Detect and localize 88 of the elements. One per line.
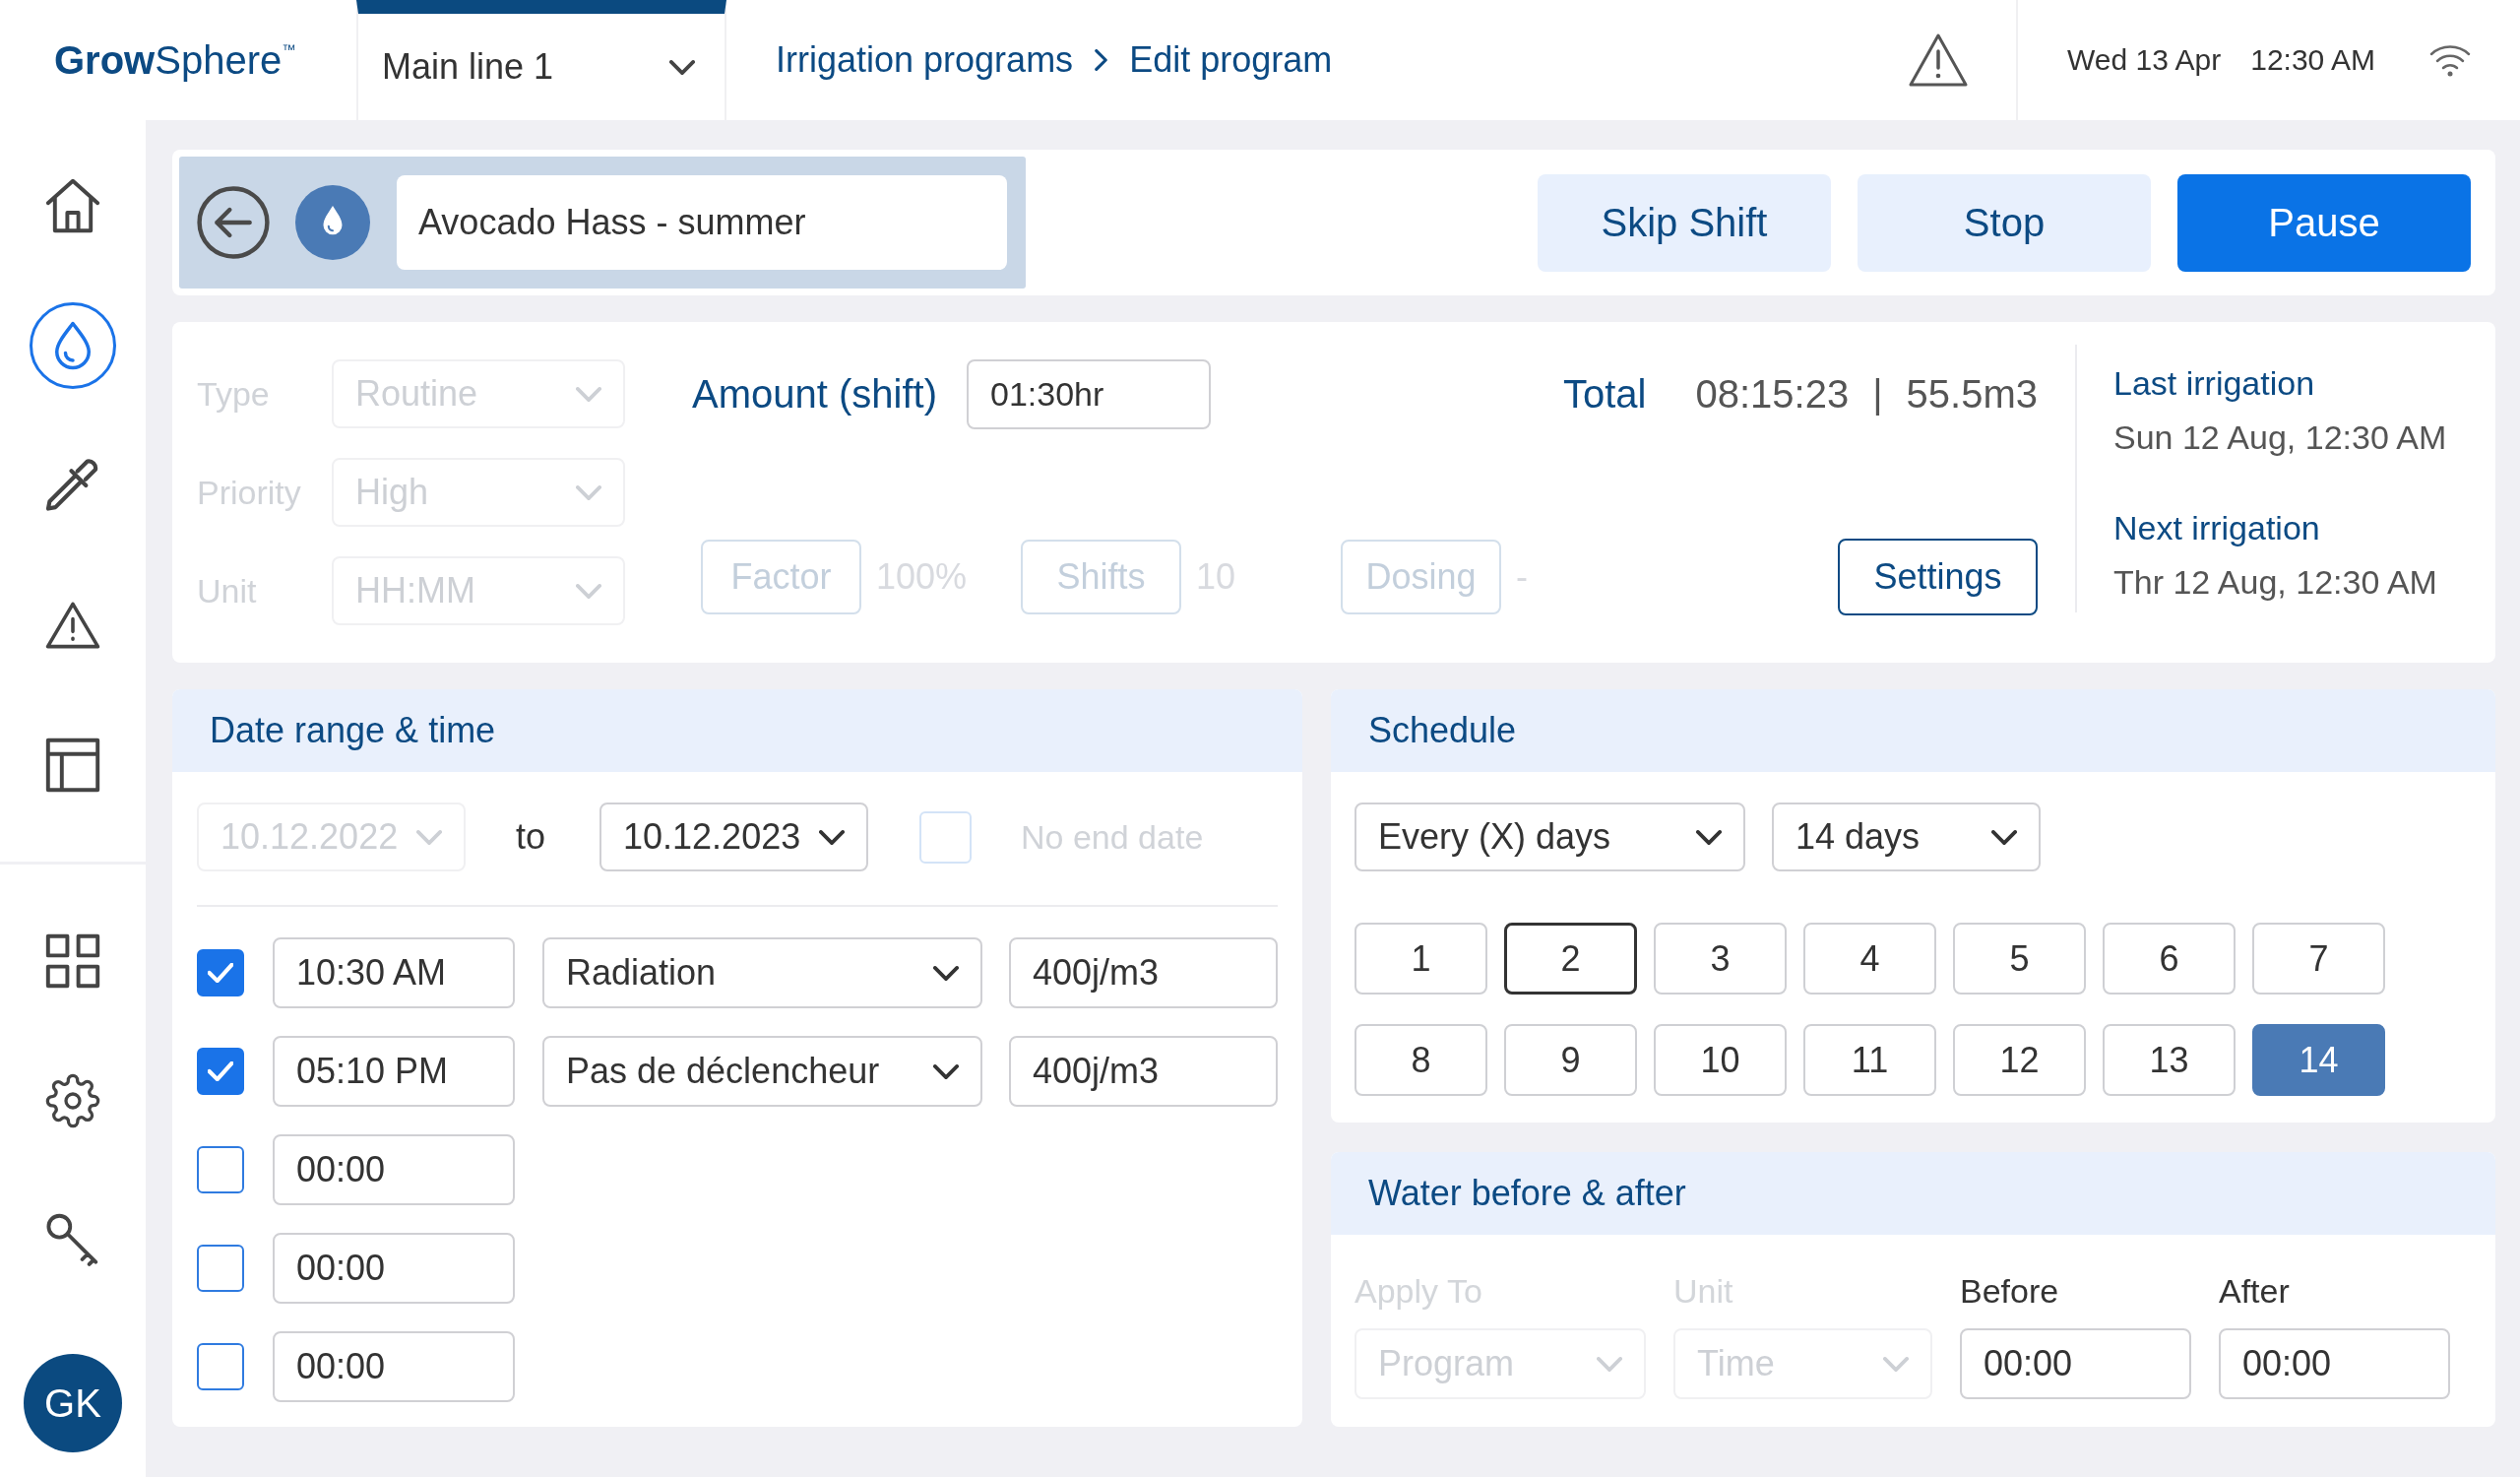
- day-button[interactable]: 13: [2103, 1024, 2236, 1096]
- amount-field[interactable]: 400j/m3: [1009, 1036, 1278, 1107]
- total-duration: 08:15:23: [1695, 372, 1850, 417]
- chevron-down-icon: [1696, 829, 1722, 845]
- checkmark-icon: [208, 1061, 233, 1081]
- day-button[interactable]: 11: [1803, 1024, 1936, 1096]
- settings-icon[interactable]: [45, 1073, 100, 1128]
- time-field[interactable]: 05:10 PM: [273, 1036, 515, 1107]
- total-label: Total: [1563, 372, 1647, 417]
- secondary-button[interactable]: Skip Shift: [1538, 173, 1831, 272]
- trigger-dropdown[interactable]: Pas de déclencheur: [542, 1036, 982, 1107]
- chevron-down-icon: [1991, 829, 2017, 845]
- field-label: After: [2219, 1271, 2290, 1312]
- info-value: Thr 12 Aug, 12:30 AM: [2113, 562, 2438, 603]
- panel-header: Schedule: [1331, 689, 2495, 772]
- time-text: 12:30 AM: [2250, 43, 2375, 77]
- day-button[interactable]: 14: [2252, 1024, 2385, 1096]
- amount-label: Amount (shift): [692, 372, 937, 417]
- layout-icon[interactable]: [45, 738, 100, 793]
- time-field[interactable]: 00:00: [1960, 1328, 2191, 1399]
- breadcrumb-link[interactable]: Edit program: [1129, 39, 1333, 81]
- amount-field[interactable]: 01:30hr: [966, 359, 1211, 429]
- time-field[interactable]: 10:30 AM: [273, 937, 515, 1008]
- panel-header: Water before & after: [1331, 1152, 2495, 1235]
- avatar[interactable]: GK: [24, 1354, 122, 1452]
- panel-header: Date range & time: [172, 689, 1302, 772]
- checkbox[interactable]: [197, 949, 244, 996]
- day-button[interactable]: 2: [1504, 923, 1637, 995]
- program-name-field[interactable]: Avocado Hass - summer: [397, 175, 1007, 270]
- time-field[interactable]: 00:00: [273, 1331, 515, 1402]
- date-dropdown[interactable]: 10.12.2023: [599, 803, 869, 871]
- drop-icon[interactable]: [30, 302, 116, 389]
- back-icon[interactable]: [197, 186, 270, 259]
- checkbox[interactable]: [197, 1343, 244, 1390]
- info-value: Sun 12 Aug, 12:30 AM: [2113, 417, 2447, 458]
- settings-button[interactable]: Settings: [1838, 539, 2038, 615]
- day-button[interactable]: 9: [1504, 1024, 1637, 1096]
- chevron-down-icon: [1883, 1356, 1909, 1372]
- day-button[interactable]: 8: [1354, 1024, 1487, 1096]
- info-label: Last irrigation: [2113, 363, 2316, 404]
- wifi-icon: [2429, 43, 2471, 77]
- field-label: Before: [1960, 1271, 2059, 1312]
- key-icon[interactable]: [45, 1213, 100, 1268]
- total-separator: |: [1872, 372, 1883, 417]
- home-icon[interactable]: [45, 178, 100, 233]
- amount-field[interactable]: 400j/m3: [1009, 937, 1278, 1008]
- frequency-dropdown[interactable]: Every (X) days: [1354, 803, 1745, 871]
- chevron-down-icon: [416, 829, 442, 845]
- line-dropdown[interactable]: Main line 1: [356, 0, 726, 120]
- chevron-down-icon: [1597, 1356, 1622, 1372]
- breadcrumb-link[interactable]: Irrigation programs: [776, 39, 1074, 81]
- time-field[interactable]: 00:00: [273, 1134, 515, 1205]
- day-button[interactable]: 10: [1654, 1024, 1787, 1096]
- checkmark-icon: [208, 963, 233, 983]
- day-button[interactable]: 1: [1354, 923, 1487, 995]
- trigger-dropdown[interactable]: Radiation: [542, 937, 982, 1008]
- warning-icon[interactable]: [1908, 32, 1969, 88]
- checkbox[interactable]: [197, 1146, 244, 1193]
- interval-dropdown[interactable]: 14 days: [1772, 803, 2041, 871]
- logo: GrowSphere$^{™}$: [54, 40, 296, 80]
- chevron-down-icon: [576, 386, 601, 402]
- checkbox[interactable]: [197, 1245, 244, 1292]
- grid-icon[interactable]: [45, 933, 100, 989]
- day-button[interactable]: 5: [1953, 923, 2086, 995]
- chevron-right-icon: [1095, 49, 1108, 71]
- time-field[interactable]: 00:00: [273, 1233, 515, 1304]
- time-field[interactable]: 00:00: [2219, 1328, 2450, 1399]
- chevron-down-icon: [669, 59, 695, 75]
- chevron-down-icon: [576, 484, 601, 500]
- primary-button[interactable]: Pause: [2177, 173, 2471, 272]
- drop-icon: [295, 185, 370, 260]
- to-label: to: [516, 816, 546, 858]
- day-button[interactable]: 3: [1654, 923, 1787, 995]
- dropper-icon[interactable]: [45, 458, 100, 513]
- day-button[interactable]: 4: [1803, 923, 1936, 995]
- chevron-down-icon: [819, 829, 846, 845]
- info-label: Next irrigation: [2113, 508, 2321, 548]
- chevron-down-icon: [933, 965, 959, 981]
- chevron-down-icon: [576, 583, 601, 599]
- option-value: -: [1516, 556, 1528, 598]
- checkbox[interactable]: [197, 1048, 244, 1095]
- day-button[interactable]: 7: [2252, 923, 2385, 995]
- date-text: Wed 13 Apr: [2067, 43, 2222, 77]
- day-button[interactable]: 12: [1953, 1024, 2086, 1096]
- total-volume: 55.5m3: [1906, 372, 2038, 417]
- secondary-button[interactable]: Stop: [1858, 173, 2151, 272]
- day-button[interactable]: 6: [2103, 923, 2236, 995]
- chevron-down-icon: [933, 1063, 959, 1079]
